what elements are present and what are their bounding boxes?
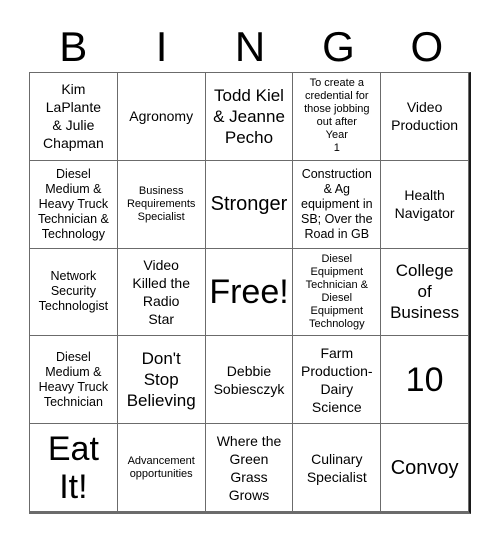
cell-text: Video Production [391,99,459,134]
cell-text: Debbie Sobiesczyk [213,362,285,397]
bingo-cell[interactable]: Business Requirements Specialist [117,160,206,249]
cell-text: Kim LaPlante & Julie Chapman [43,81,104,152]
bingo-cell[interactable]: Convoy [381,424,469,512]
cell-text: Advancement opportunities [127,454,195,480]
bingo-cell[interactable]: Farm Production- Dairy Science [293,336,382,425]
cell-text: Diesel Medium & Heavy Truck Technician &… [37,166,109,241]
bingo-cell[interactable]: Agronomy [117,73,206,161]
cell-text: Business Requirements Specialist [126,184,196,223]
bingo-cell[interactable]: Culinary Specialist [293,424,382,512]
bingo-grid: Kim LaPlante & Julie Chapman Agronomy To… [29,72,471,514]
bingo-cell[interactable]: Health Navigator [381,160,469,249]
cell-text: Where the Green Grass Grows [216,432,282,503]
bingo-cell[interactable]: Todd Kiel & Jeanne Pecho [205,73,294,161]
bingo-cell[interactable]: 10 [381,336,469,425]
bingo-cell[interactable]: Construction & Ag equipment in SB; Over … [293,160,382,249]
bingo-cell[interactable]: Kim LaPlante & Julie Chapman [30,73,118,161]
cell-text: Todd Kiel & Jeanne Pecho [213,85,285,147]
bingo-cell[interactable]: Diesel Equipment Technician & Diesel Equ… [293,248,382,337]
bingo-cell[interactable]: Debbie Sobiesczyk [205,336,294,425]
bingo-cell[interactable]: Video Production [381,73,469,161]
cell-text: Construction & Ag equipment in SB; Over … [301,166,373,241]
header-letter-o: O [410,23,444,70]
bingo-cell[interactable]: Don't Stop Believing [117,336,206,425]
header-letter-n: N [234,23,266,70]
cell-text: Convoy [390,456,459,479]
cell-text: Network Security Technologist [38,269,109,314]
header-letter-b: B [59,23,88,70]
bingo-cell[interactable]: Video Killed the Radio Star [117,248,206,337]
header-letter-i: I [155,23,168,70]
bingo-cell[interactable]: Eat It! [30,424,118,512]
cell-text: Farm Production- Dairy Science [300,344,373,415]
cell-text: Diesel Medium & Heavy Truck Technician [38,349,109,409]
bingo-cell[interactable]: Stronger [205,160,294,249]
cell-text: Diesel Equipment Technician & Diesel Equ… [305,252,368,330]
cell-text: Health Navigator [394,187,455,222]
bingo-cell[interactable]: To create a credential for those jobbing… [293,73,382,161]
cell-text: Eat It! [47,429,99,506]
cell-text: Don't Stop Believing [126,349,196,411]
free-space-text: Free! [209,272,289,311]
header-letter-g: G [322,23,355,70]
cell-text: 10 [405,360,444,399]
cell-text: College of Business [390,261,460,323]
bingo-cell[interactable]: Diesel Medium & Heavy Truck Technician [30,336,118,425]
cell-text: Stronger [210,193,288,216]
cell-text: Culinary Specialist [306,450,367,485]
bingo-cell[interactable]: Network Security Technologist [30,248,118,337]
bingo-cell[interactable]: College of Business [381,248,469,337]
cell-text: Video Killed the Radio Star [132,256,190,327]
bingo-header: B I N G O [29,22,471,72]
bingo-cell[interactable]: Where the Green Grass Grows [205,424,294,512]
cell-text: To create a credential for those jobbing… [304,77,370,155]
cell-text: Agronomy [129,108,194,125]
bingo-cell[interactable]: Diesel Medium & Heavy Truck Technician &… [30,160,118,249]
bingo-cell free-space[interactable]: Free! [205,248,294,337]
bingo-cell[interactable]: Advancement opportunities [117,424,206,512]
